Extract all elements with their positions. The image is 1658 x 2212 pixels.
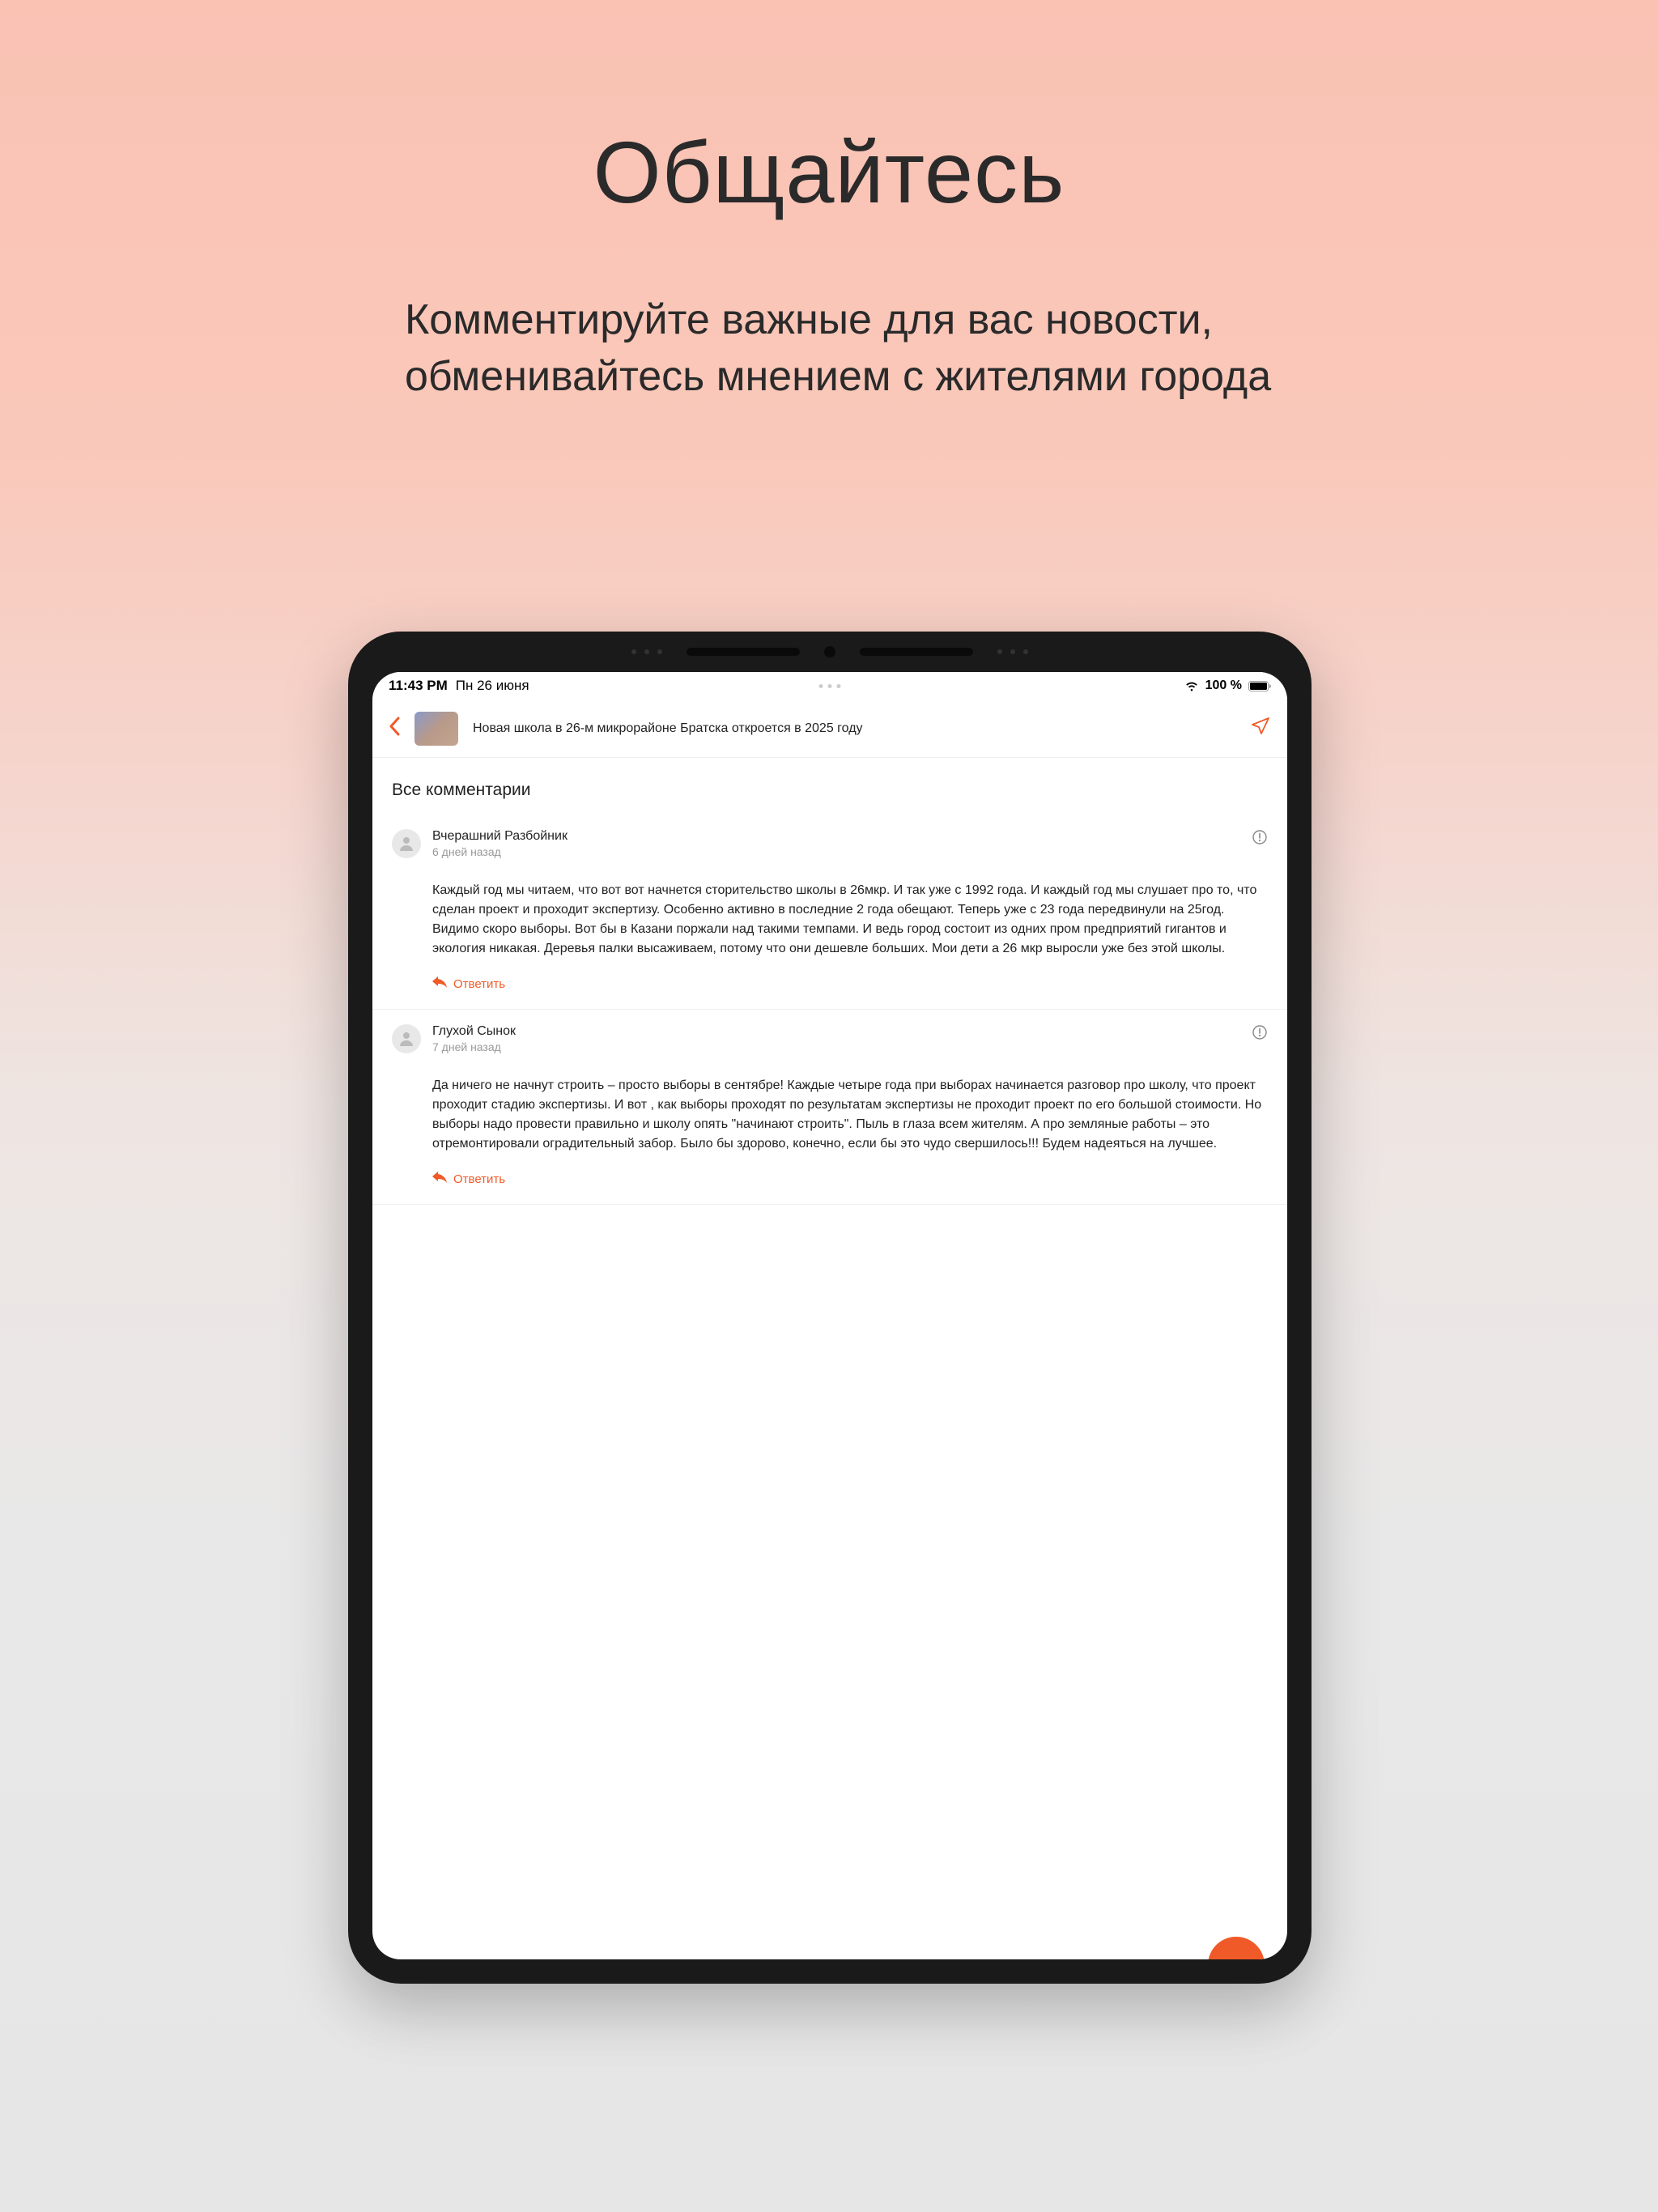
reply-icon [432, 1172, 447, 1186]
avatar[interactable] [392, 1024, 421, 1053]
battery-label: 100 % [1205, 678, 1242, 693]
tablet-frame: 11:43 PM Пн 26 июня 100 % Новая шко [348, 632, 1312, 1984]
comment-more-icon[interactable] [1252, 1024, 1268, 1044]
comment-author[interactable]: Вчерашний Разбойник [432, 829, 1240, 844]
battery-icon [1248, 681, 1271, 691]
comment-more-icon[interactable] [1252, 829, 1268, 849]
article-thumbnail[interactable] [414, 712, 458, 746]
status-date: Пн 26 июня [456, 678, 529, 694]
status-bar: 11:43 PM Пн 26 июня 100 % [372, 672, 1287, 700]
status-page-dots [819, 684, 841, 688]
back-button[interactable] [389, 717, 400, 740]
comments-section-title: Все комментарии [372, 758, 1287, 815]
comment-body: Да ничего не начнут строить – просто выб… [432, 1076, 1268, 1154]
app-screen: 11:43 PM Пн 26 июня 100 % Новая шко [372, 672, 1287, 1959]
reply-button[interactable]: Ответить [432, 976, 1268, 991]
article-title[interactable]: Новая школа в 26-м микрорайоне Братска о… [473, 721, 1235, 736]
comment-body: Каждый год мы читаем, что вот вот начнет… [432, 881, 1268, 959]
reply-label: Ответить [453, 977, 505, 991]
wifi-icon [1184, 681, 1199, 691]
compose-fab[interactable] [1208, 1937, 1265, 1959]
promo-title: Общайтесь [0, 121, 1658, 223]
comment-item: Глухой Сынок 7 дней назад Да ничего не н… [372, 1010, 1287, 1205]
comment-timestamp: 7 дней назад [432, 1040, 1240, 1053]
reply-button[interactable]: Ответить [432, 1172, 1268, 1186]
comment-timestamp: 6 дней назад [432, 845, 1240, 858]
article-header: Новая школа в 26-м микрорайоне Братска о… [372, 700, 1287, 758]
avatar[interactable] [392, 829, 421, 858]
status-time: 11:43 PM [389, 678, 448, 694]
reply-icon [432, 976, 447, 991]
tablet-notch [631, 646, 1028, 657]
comment-item: Вчерашний Разбойник 6 дней назад Каждый … [372, 815, 1287, 1010]
promo-subtitle: Комментируйте важные для вас новости, об… [405, 291, 1350, 405]
send-icon[interactable] [1250, 716, 1271, 741]
comment-author[interactable]: Глухой Сынок [432, 1024, 1240, 1039]
reply-label: Ответить [453, 1172, 505, 1186]
